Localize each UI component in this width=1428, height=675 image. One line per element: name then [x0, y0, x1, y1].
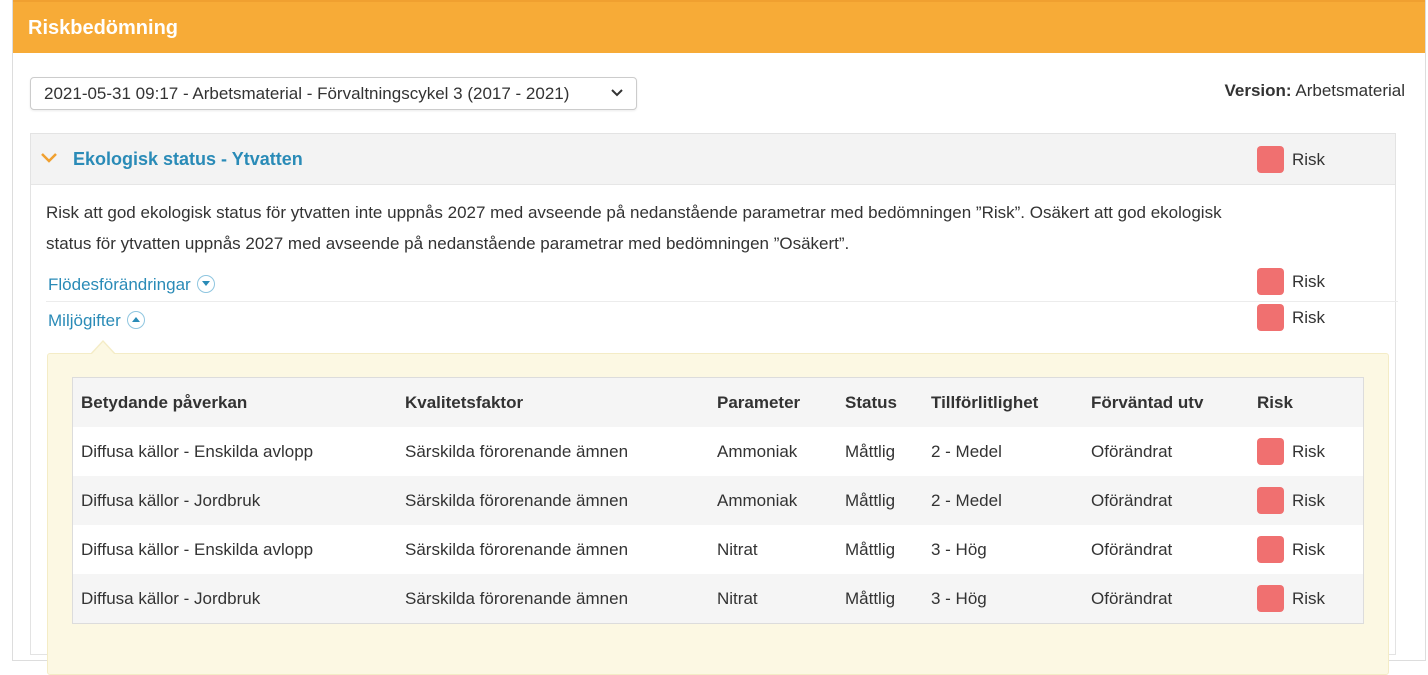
table-cell: Måttlig	[845, 539, 896, 559]
table-cell: Nitrat	[709, 574, 837, 624]
risk-indicator	[1257, 438, 1284, 465]
table-cell: Måttlig	[837, 476, 923, 525]
version-value: Arbetsmaterial	[1295, 81, 1405, 100]
table-cell: 2 - Medel	[923, 476, 1083, 525]
assessment-select[interactable]: 2021-05-31 09:17 - Arbetsmaterial - Förv…	[30, 77, 637, 110]
risk-label: Risk	[1292, 490, 1326, 510]
table-cell: Oförändrat	[1083, 476, 1249, 525]
risk-assessment-panel: Riskbedömning 2021-05-31 09:17 - Arbetsm…	[12, 0, 1426, 675]
column-header: Kvalitetsfaktor	[397, 377, 709, 427]
table-cell: Diffusa källor - Enskilda avlopp	[81, 539, 314, 559]
parameter-risk-badge: Risk	[1257, 304, 1325, 331]
table-cell: 2 - Medel	[931, 441, 1002, 461]
table-cell-risk: Risk	[1249, 525, 1364, 574]
chevron-down-icon[interactable]	[40, 151, 58, 169]
version-label: Version:	[1224, 81, 1292, 100]
panel-title: Riskbedömning	[13, 0, 1425, 53]
collapse-icon[interactable]	[126, 310, 145, 329]
version-info: Version: Arbetsmaterial	[1225, 81, 1406, 101]
risk-label: Risk	[1292, 539, 1326, 559]
table-cell: Särskilda förorenande ämnen	[405, 441, 629, 461]
table-cell-risk: Risk	[1249, 427, 1364, 476]
table-cell: Särskilda förorenande ämnen	[397, 574, 709, 624]
table-cell: Måttlig	[837, 574, 923, 624]
section-header[interactable]: Ekologisk status - Ytvatten Risk	[31, 134, 1395, 185]
table-cell: Ammoniak	[709, 476, 837, 525]
pressure-table: Betydande påverkan Kvalitetsfaktor Param…	[72, 377, 1364, 624]
table-cell: Diffusa källor - Jordbruk	[72, 574, 397, 624]
parameter-detail-panel: Betydande påverkan Kvalitetsfaktor Param…	[47, 340, 1389, 675]
table-row: Diffusa källor - Enskilda avlopp Särskil…	[73, 427, 1364, 476]
risk-label: Risk	[1292, 588, 1326, 608]
table-row: Diffusa källor - Jordbruk Särskilda föro…	[72, 476, 1364, 525]
risk-indicator	[1257, 585, 1284, 612]
risk-indicator	[1257, 268, 1284, 295]
chevron-down-icon	[610, 78, 624, 98]
table-cell: Oförändrat	[1091, 539, 1173, 559]
table-cell: Nitrat	[717, 539, 758, 559]
ecological-status-section: Ekologisk status - Ytvatten Risk Risk at…	[30, 133, 1398, 675]
section-description: Risk att god ekologisk status för ytvatt…	[46, 203, 1222, 253]
risk-label: Risk	[1292, 441, 1326, 461]
parameter-row-miljogifter: Miljögifter Risk	[46, 303, 1398, 339]
table-cell: 3 - Hög	[931, 539, 987, 559]
parameter-link[interactable]: Flödesförändringar	[48, 274, 215, 295]
table-cell-risk: Risk	[1249, 476, 1364, 525]
expand-icon[interactable]	[196, 274, 215, 293]
table-cell: Särskilda förorenande ämnen	[405, 539, 629, 559]
section-risk-badge: Risk	[1257, 146, 1325, 173]
parameter-risk-label: Risk	[1292, 307, 1326, 327]
parameter-row-flodesforandringar: Flödesförändringar Risk	[46, 267, 1398, 303]
table-row: Diffusa källor - Enskilda avlopp Särskil…	[73, 525, 1364, 574]
risk-indicator	[1257, 536, 1284, 563]
column-header: Betydande påverkan	[72, 377, 397, 427]
table-cell: Diffusa källor - Jordbruk	[72, 476, 397, 525]
parameter-risk-label: Risk	[1292, 271, 1326, 291]
parameter-label[interactable]: Flödesförändringar	[48, 275, 191, 294]
table-header-row: Betydande påverkan Kvalitetsfaktor Param…	[72, 377, 1364, 427]
risk-indicator	[1257, 146, 1284, 173]
parameter-label[interactable]: Miljögifter	[48, 311, 121, 330]
assessment-select-value: 2021-05-31 09:17 - Arbetsmaterial - Förv…	[44, 84, 570, 103]
table-cell: 3 - Hög	[923, 574, 1083, 624]
risk-indicator	[1257, 304, 1284, 331]
table-cell: Ammoniak	[717, 441, 798, 461]
section-title[interactable]: Ekologisk status - Ytvatten	[73, 149, 303, 170]
column-header: Risk	[1249, 377, 1364, 427]
table-cell: Oförändrat	[1091, 441, 1173, 461]
table-cell: Särskilda förorenande ämnen	[397, 476, 709, 525]
parameter-risk-badge: Risk	[1257, 268, 1325, 295]
table-cell-risk: Risk	[1249, 574, 1364, 624]
table-cell: Oförändrat	[1083, 574, 1249, 624]
table-row: Diffusa källor - Jordbruk Särskilda föro…	[72, 574, 1364, 624]
risk-indicator	[1257, 487, 1284, 514]
parameter-link[interactable]: Miljögifter	[48, 310, 145, 331]
column-header: Tillförlitlighet	[923, 377, 1083, 427]
section-risk-label: Risk	[1292, 149, 1326, 169]
divider	[46, 301, 1398, 302]
column-header: Status	[837, 377, 923, 427]
table-cell: Måttlig	[845, 441, 896, 461]
column-header: Förväntad utv	[1083, 377, 1249, 427]
column-header: Parameter	[709, 377, 837, 427]
table-cell: Diffusa källor - Enskilda avlopp	[81, 441, 314, 461]
